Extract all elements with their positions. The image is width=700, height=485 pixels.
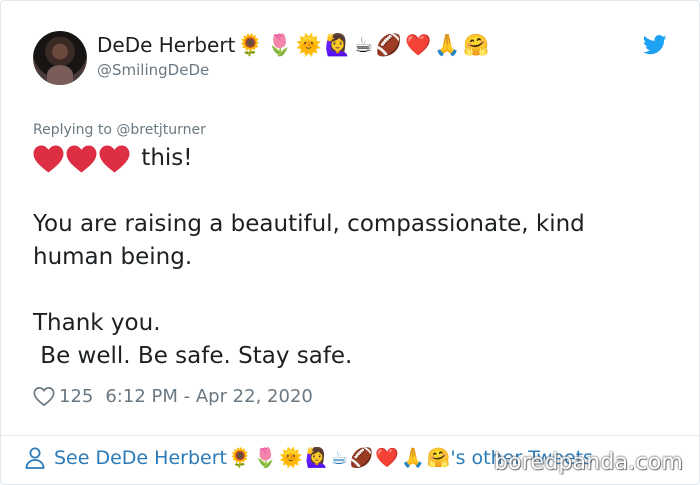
twitter-bird-icon[interactable] xyxy=(643,35,667,55)
sun-emoji: 🌞 xyxy=(295,33,322,57)
red-heart-emoji: ❤️ xyxy=(375,447,400,469)
tweet-line-3: human being. xyxy=(33,244,193,270)
tweet-line-2: You are raising a beautiful, compassiona… xyxy=(33,211,585,237)
like-count[interactable]: 125 xyxy=(59,386,93,407)
heart-icon xyxy=(66,144,97,173)
woman-raising-hand-emoji: 🙋‍♀️ xyxy=(304,447,329,469)
sunflower-emoji: 🌻 xyxy=(227,447,252,469)
author-name-row[interactable]: DeDe Herbert 🌻 🌷 🌞 🙋‍♀️ ☕ 🏈 ❤️ 🙏 🤗 xyxy=(97,33,489,57)
tweet-line-1-text: this! xyxy=(134,145,193,171)
hugging-face-emoji: 🤗 xyxy=(426,447,451,469)
hugging-face-emoji: 🤗 xyxy=(463,33,490,57)
author-handle[interactable]: @SmilingDeDe xyxy=(97,61,209,79)
heart-outline-icon[interactable] xyxy=(33,386,55,407)
footer-divider xyxy=(1,435,699,436)
sunflower-emoji: 🌻 xyxy=(237,33,264,57)
tweet-line-1: this! xyxy=(33,142,653,175)
author-avatar[interactable] xyxy=(33,31,87,85)
author-display-name[interactable]: DeDe Herbert xyxy=(97,33,235,57)
football-emoji: 🏈 xyxy=(349,447,374,469)
sun-emoji: 🌞 xyxy=(279,447,303,469)
tulip-emoji: 🌷 xyxy=(266,33,293,57)
football-emoji: 🏈 xyxy=(375,33,403,57)
folded-hands-emoji: 🙏 xyxy=(401,447,425,469)
watermark: boredpanda.com xyxy=(493,450,683,475)
woman-raising-hand-emoji: 🙋‍♀️ xyxy=(324,33,352,57)
heart-icon xyxy=(99,144,130,173)
footer-name-emojis: 🌻 🌷 🌞 🙋‍♀️ ☕ 🏈 ❤️ 🙏 🤗 xyxy=(228,446,450,470)
footer-prefix[interactable]: See DeDe Herbert xyxy=(54,447,227,469)
coffee-emoji: ☕ xyxy=(330,447,348,469)
red-heart-emoji: ❤️ xyxy=(405,33,432,57)
replying-to-label[interactable]: Replying to @bretjturner xyxy=(33,122,206,138)
person-icon xyxy=(25,447,45,469)
tweet-header: DeDe Herbert 🌻 🌷 🌞 🙋‍♀️ ☕ 🏈 ❤️ 🙏 🤗 @Smil… xyxy=(33,31,675,91)
tweet-line-4: Thank you. xyxy=(33,310,161,336)
tulip-emoji: 🌷 xyxy=(253,447,278,469)
tweet-meta: 125 6:12 PM - Apr 22, 2020 xyxy=(33,386,313,407)
author-name-emojis: 🌻 🌷 🌞 🙋‍♀️ ☕ 🏈 ❤️ 🙏 🤗 xyxy=(237,33,489,57)
tweet-text: this! You are raising a beautiful, compa… xyxy=(33,142,653,373)
embedded-tweet-card: DeDe Herbert 🌻 🌷 🌞 🙋‍♀️ ☕ 🏈 ❤️ 🙏 🤗 @Smil… xyxy=(0,0,700,485)
tweet-line-5: Be well. Be safe. Stay safe. xyxy=(33,343,353,369)
tweet-timestamp[interactable]: 6:12 PM - Apr 22, 2020 xyxy=(105,386,312,407)
coffee-emoji: ☕ xyxy=(354,33,373,57)
hearts-group xyxy=(33,144,130,173)
heart-icon xyxy=(33,144,64,173)
folded-hands-emoji: 🙏 xyxy=(434,33,461,57)
